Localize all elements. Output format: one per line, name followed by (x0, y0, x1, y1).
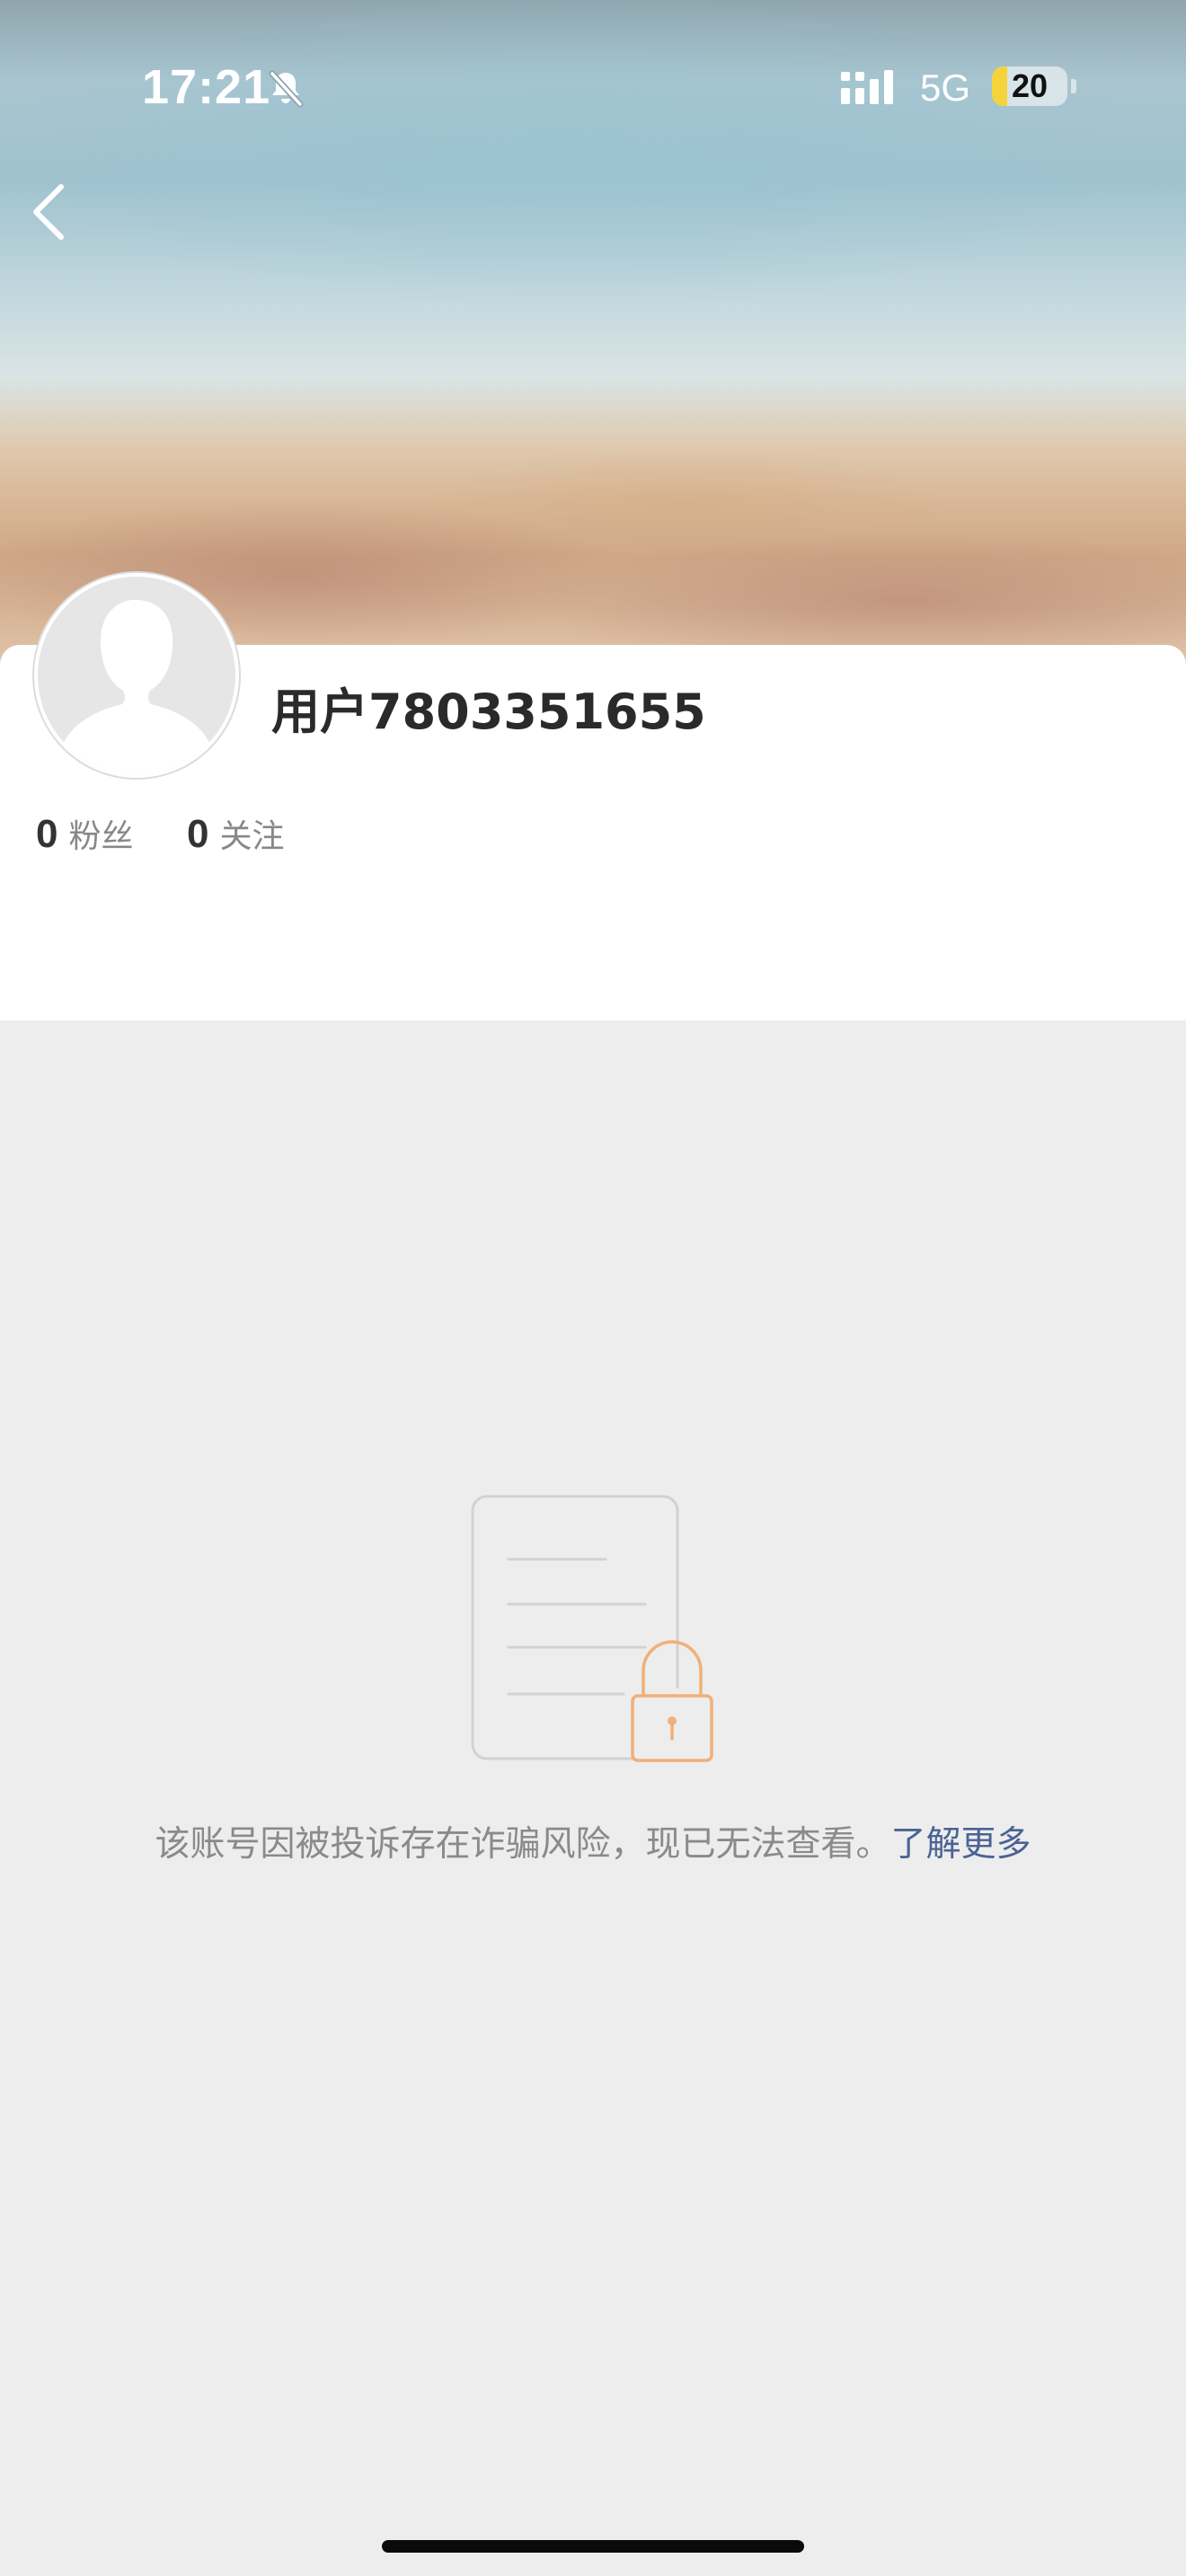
learn-more-link[interactable]: 了解更多 (891, 1824, 1031, 1865)
bell-slash-icon (269, 70, 304, 108)
avatar[interactable] (34, 573, 239, 778)
home-indicator[interactable] (382, 2540, 804, 2553)
network-type-label: 5G (920, 66, 971, 109)
status-time: 17:21 (142, 60, 271, 114)
default-avatar-silhouette-icon (38, 577, 235, 774)
following-count: 0 (187, 812, 209, 856)
chevron-left-icon (33, 184, 64, 240)
followers-count: 0 (36, 812, 58, 856)
back-button[interactable] (18, 171, 81, 251)
account-restricted-notice: 该账号因被投诉存在诈骗风险，现已无法查看。了解更多 (0, 1816, 1186, 1866)
username: 用户7803351655 (271, 684, 706, 740)
battery-cap (1071, 79, 1076, 93)
followers-stat[interactable]: 0 粉丝 (36, 810, 134, 857)
following-label: 关注 (219, 818, 285, 855)
battery-indicator: 20 (992, 66, 1067, 106)
battery-level-text: 20 (1011, 67, 1049, 104)
notice-message: 该账号因被投诉存在诈骗风险，现已无法查看。 (155, 1824, 891, 1865)
locked-document-icon (471, 1495, 717, 1762)
cellular-signal-icon (841, 70, 893, 104)
following-stat[interactable]: 0 关注 (187, 810, 285, 857)
followers-label: 粉丝 (68, 818, 134, 855)
